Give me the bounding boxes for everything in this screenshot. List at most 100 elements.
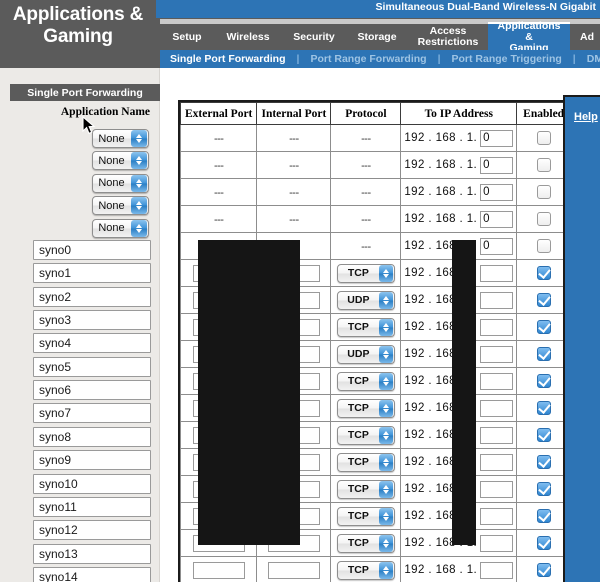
help-link[interactable]: Help [574,111,598,123]
ip-octet-input[interactable] [480,210,514,228]
application-name-input-10[interactable] [33,473,151,494]
stepper-arrows-icon[interactable] [131,219,147,237]
checkbox-checked-icon[interactable] [536,347,551,361]
checkbox-checked-icon[interactable] [536,482,551,496]
stepper-arrows-icon[interactable] [131,174,147,192]
protocol-select[interactable]: UDP [336,344,395,364]
application-name-input-0[interactable] [33,240,151,260]
ip-octet-input[interactable] [480,480,514,498]
checkbox-checked-icon[interactable] [536,509,551,523]
application-name-input-2[interactable] [33,286,151,307]
protocol-select[interactable]: TCP [336,533,395,553]
application-name-select-2[interactable]: None [92,173,149,193]
ip-octet-input[interactable] [480,453,514,471]
application-name-input-1[interactable] [33,263,151,284]
stepper-arrows-icon[interactable] [378,345,393,363]
ip-octet-input[interactable] [480,534,514,552]
stepper-arrows-icon[interactable] [131,152,147,170]
application-name-input-11[interactable] [33,496,151,517]
checkbox-checked-icon[interactable] [536,374,551,388]
protocol-select[interactable]: TCP [336,263,395,283]
application-name-input-5[interactable] [33,356,151,377]
checkbox-unchecked-icon[interactable] [536,239,551,253]
ip-octet-input[interactable] [480,237,514,255]
application-name-input-8[interactable] [33,426,151,447]
checkbox-checked-icon[interactable] [536,563,551,577]
protocol-select[interactable]: TCP [336,479,395,499]
internal-port-input[interactable] [267,562,320,580]
ip-octet-input[interactable] [480,372,514,390]
tab-access-restrictions[interactable]: Access Restrictions [408,22,488,50]
checkbox-checked-icon[interactable] [536,293,551,307]
tab-wireless[interactable]: Wireless [214,22,282,50]
stepper-arrows-icon[interactable] [378,291,393,309]
checkbox-checked-icon[interactable] [536,320,551,334]
subnav-item-single-port-forwarding[interactable]: Single Port Forwarding [170,53,286,65]
application-name-select-4[interactable]: None [92,218,149,238]
checkbox-unchecked-icon[interactable] [536,158,551,172]
protocol-select[interactable]: UDP [336,290,395,310]
cell-internal-port: --- [256,205,332,233]
protocol-select[interactable]: TCP [336,398,395,418]
application-name-input-6[interactable] [33,380,151,401]
stepper-arrows-icon[interactable] [131,130,147,147]
tab-storage[interactable]: Storage [346,22,408,50]
application-name-input-13[interactable] [33,543,151,564]
ip-octet-input[interactable] [480,399,514,417]
ip-octet-input[interactable] [480,426,514,444]
ip-octet-input[interactable] [480,345,514,363]
ip-octet-input[interactable] [480,183,514,201]
stepper-arrows-icon[interactable] [131,197,147,215]
protocol-select[interactable]: TCP [336,452,395,472]
ip-octet-input[interactable] [480,264,514,282]
ip-octet-input[interactable] [480,561,514,579]
tab-setup[interactable]: Setup [160,22,214,50]
ip-octet-input[interactable] [480,156,514,174]
stepper-arrows-icon[interactable] [378,453,393,471]
checkbox-checked-icon[interactable] [536,455,551,469]
application-name-select-0[interactable]: None [92,129,149,148]
application-name-input-7[interactable] [33,403,151,424]
checkbox-checked-icon[interactable] [536,428,551,442]
application-name-input-4[interactable] [33,333,151,354]
subnav-item-port-range-triggering[interactable]: Port Range Triggering [452,53,562,65]
stepper-arrows-icon[interactable] [378,507,393,525]
external-port-input[interactable] [192,562,245,580]
application-name-select-1[interactable]: None [92,151,149,171]
ip-octet-input[interactable] [480,318,514,336]
protocol-select[interactable]: TCP [336,371,395,391]
tab-applications-gaming[interactable]: Applications & Gaming [488,20,570,53]
application-name-input-12[interactable] [33,520,151,541]
tab-security[interactable]: Security [282,22,346,50]
stepper-arrows-icon[interactable] [378,264,393,282]
protocol-select[interactable]: TCP [336,317,395,337]
stepper-arrows-icon[interactable] [378,318,393,336]
application-name-input-3[interactable] [33,310,151,331]
checkbox-checked-icon[interactable] [536,536,551,550]
stepper-arrows-icon[interactable] [378,561,393,579]
header-to-ip-address: To IP Address [400,102,518,125]
protocol-select[interactable]: TCP [336,560,395,580]
ip-octet-input[interactable] [480,507,514,525]
stepper-arrows-icon[interactable] [378,426,393,444]
subnav-item-dmz[interactable]: DMZ [587,53,600,65]
checkbox-checked-icon[interactable] [536,266,551,280]
stepper-arrows-icon[interactable] [378,480,393,498]
protocol-select[interactable]: TCP [336,425,395,445]
subnav-item-port-range-forwarding[interactable]: Port Range Forwarding [310,53,426,65]
application-name-select-3[interactable]: None [92,196,149,216]
protocol-select[interactable]: TCP [336,506,395,526]
checkbox-unchecked-icon[interactable] [536,185,551,199]
checkbox-unchecked-icon[interactable] [536,212,551,226]
ip-octet-input[interactable] [480,129,514,147]
application-name-input-14[interactable] [33,566,151,582]
checkbox-checked-icon[interactable] [536,401,551,415]
application-name-input-9[interactable] [33,450,151,471]
stepper-arrows-icon[interactable] [378,534,393,552]
cell-to-ip-address: 192 . 168 . 1. [400,556,518,582]
stepper-arrows-icon[interactable] [378,372,393,390]
stepper-arrows-icon[interactable] [378,399,393,417]
tab-ad[interactable]: Ad [570,22,600,50]
checkbox-unchecked-icon[interactable] [536,131,551,145]
ip-octet-input[interactable] [480,291,514,309]
